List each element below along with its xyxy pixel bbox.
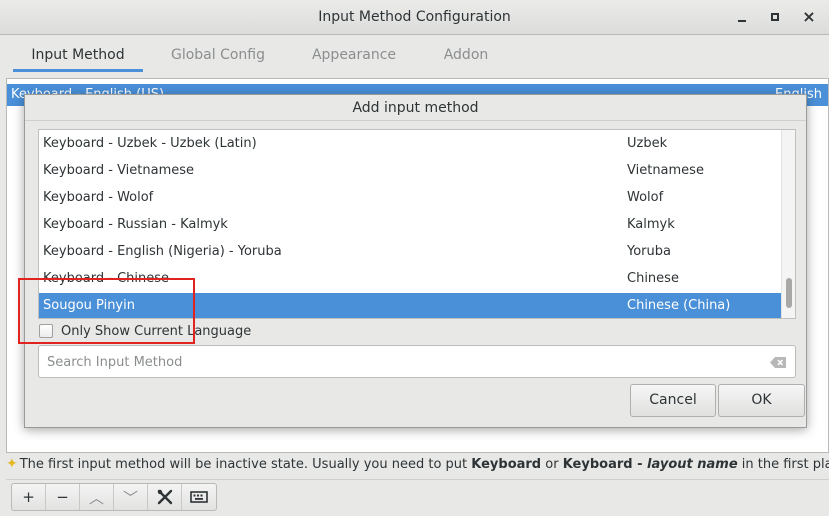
remove-button[interactable]: − [46,484,80,510]
maximize-icon [771,13,779,21]
cancel-button[interactable]: Cancel [630,384,716,417]
add-button[interactable]: + [12,484,46,510]
available-input-method-list: Keyboard - Uzbek - Uzbek (Latin) Uzbek K… [38,129,796,319]
list-item[interactable]: Keyboard - Russian - Kalmyk Kalmyk [39,212,781,239]
keyboard-icon [190,491,208,503]
search-box [38,345,796,378]
search-input[interactable] [47,353,747,371]
add-input-method-dialog: Add input method Keyboard - Uzbek - Uzbe… [24,94,807,428]
keyboard-layout-button[interactable] [182,484,216,510]
minimize-button[interactable] [732,8,752,26]
list-item[interactable]: Keyboard - English (Nigeria) - Yoruba Yo… [39,239,781,266]
move-down-button[interactable]: ﹀ [114,484,148,510]
checkbox-label: Only Show Current Language [61,323,252,339]
list-item-selected[interactable]: Sougou Pinyin Chinese (China) [39,293,781,318]
dialog-title: Add input method [25,95,806,121]
configure-button[interactable] [148,484,182,510]
minimize-icon [738,19,746,22]
toolbar-button-group: + − ︿ ﹀ [11,483,217,511]
clear-search-icon[interactable] [770,357,786,368]
window-title: Input Method Configuration [318,9,511,25]
only-show-current-language-checkbox[interactable] [39,324,53,338]
vertical-scrollbar[interactable] [781,130,795,318]
list-item[interactable]: Keyboard - Chinese Chinese [39,266,781,293]
tab-appearance[interactable]: Appearance [296,36,412,72]
list-item[interactable]: Keyboard - Uzbek - Uzbek (Latin) Uzbek [39,131,781,158]
close-icon: × [802,7,816,26]
tab-addon[interactable]: Addon [428,36,504,72]
hint-text: ✦ The first input method will be inactive… [6,456,829,472]
move-up-button[interactable]: ︿ [80,484,114,510]
tab-input-method[interactable]: Input Method [13,36,143,72]
tools-icon [157,489,172,505]
ok-button[interactable]: OK [718,384,805,417]
window-titlebar: Input Method Configuration × [0,0,829,35]
maximize-button[interactable] [765,8,785,26]
list-item[interactable]: Keyboard - Wolof Wolof [39,185,781,212]
star-icon: ✦ [6,456,18,472]
tab-bar: Input Method Global Config Appearance Ad… [0,36,829,72]
list-item[interactable]: Keyboard - Vietnamese Vietnamese [39,158,781,185]
tab-global-config[interactable]: Global Config [158,36,278,72]
bottom-toolbar: + − ︿ ﹀ [6,479,829,516]
only-show-current-language-toggle[interactable]: Only Show Current Language [39,321,251,341]
close-button[interactable]: × [799,8,819,26]
scrollbar-thumb[interactable] [786,278,792,308]
